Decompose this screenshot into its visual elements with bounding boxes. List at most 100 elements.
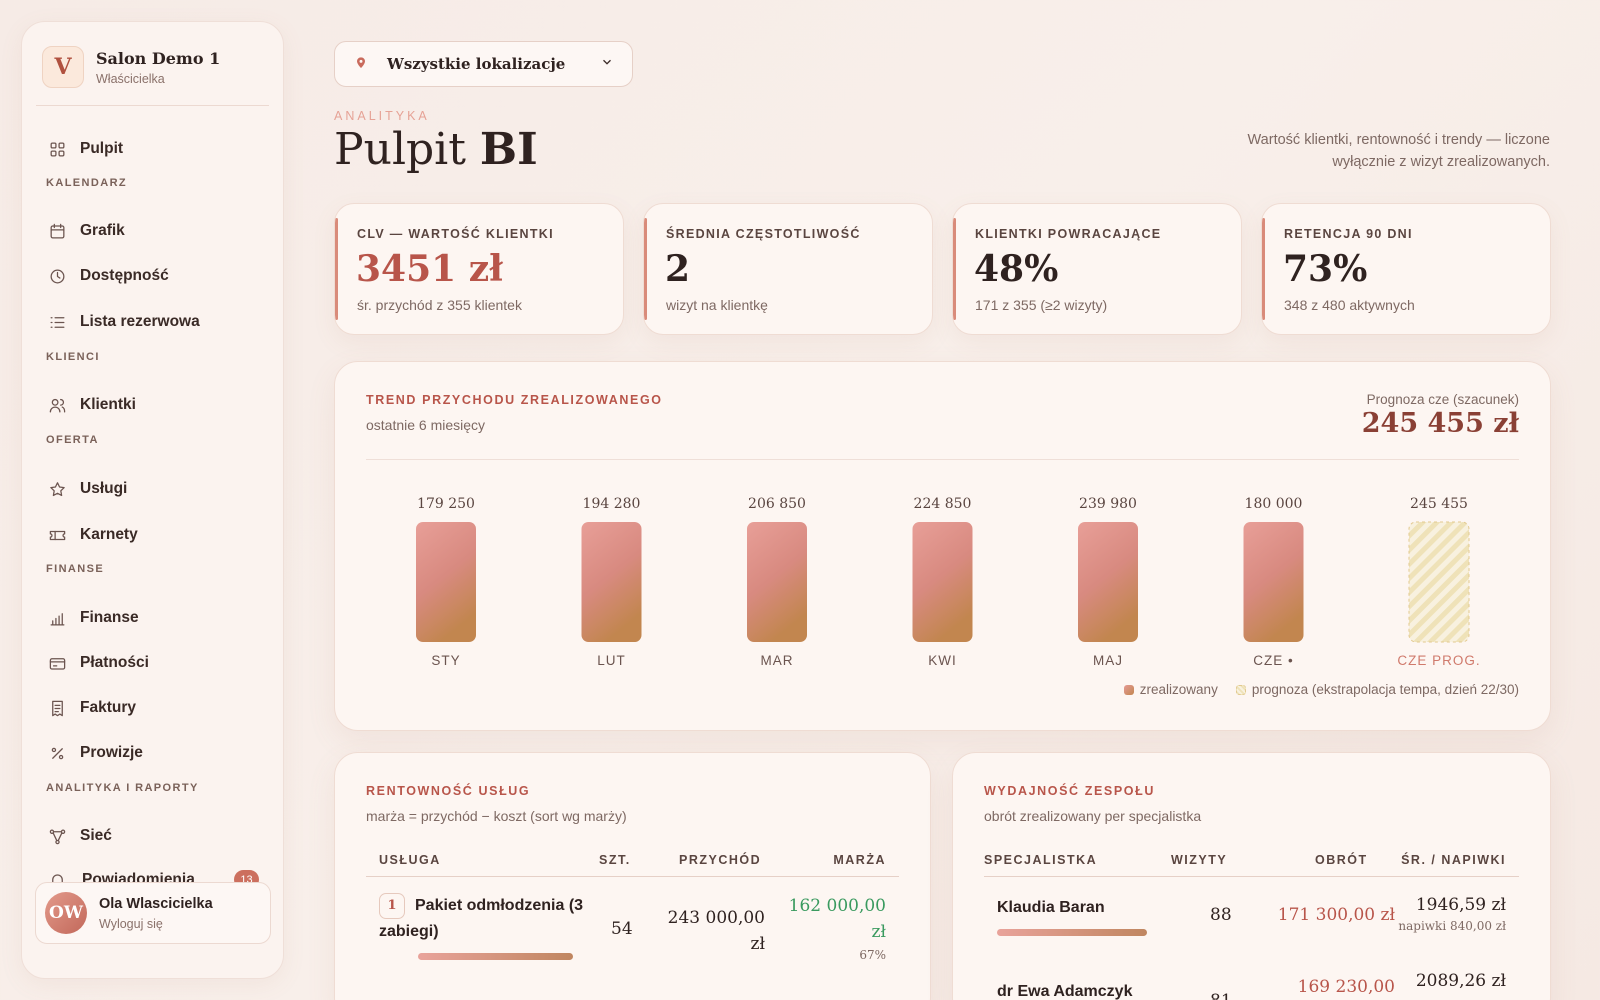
column-header-turnover[interactable]: OBRÓT <box>1315 853 1368 867</box>
chart-category-label: CZE PROG. <box>1397 653 1480 668</box>
chart-bar-forecast[interactable] <box>1408 521 1470 643</box>
sidebar-item-label: Lista rezerwowa <box>80 313 200 330</box>
sidebar-item-siec[interactable]: Sieć <box>46 823 112 849</box>
sidebar-item-klientki[interactable]: Klientki <box>46 392 136 418</box>
service-revenue: 243 000,00 zł <box>665 905 765 957</box>
kpi-value: 48% <box>974 248 1059 290</box>
chart-legend: zrealizowany prognoza (ekstrapolacja tem… <box>1106 682 1519 697</box>
sidebar-item-uslugi[interactable]: Usługi <box>46 476 127 502</box>
table-row-service-name[interactable]: 1 Pakiet odmłodzenia (3 zabiegi) <box>379 893 589 945</box>
chart-bar[interactable] <box>747 522 807 642</box>
sidebar-item-lista-rezerwowa[interactable]: Lista rezerwowa <box>46 309 200 335</box>
sidebar-item-label: Finanse <box>80 609 139 626</box>
sidebar-item-label: Karnety <box>80 526 138 543</box>
column-header-avg-tips[interactable]: ŚR. / NAPIWKI <box>1401 853 1506 867</box>
specialist-visits: 88 <box>1210 905 1232 925</box>
kpi-value: 3451 zł <box>356 248 504 290</box>
brand[interactable]: V Salon Demo 1 Właścicielka <box>42 46 220 88</box>
user-card[interactable]: OW Ola Wlascicielka Wyloguj się <box>35 882 271 944</box>
calendar-icon <box>46 220 68 242</box>
chart-category-label: MAJ <box>1093 653 1123 668</box>
column-header-revenue[interactable]: PRZYCHÓD <box>679 853 761 867</box>
kpi-sub: wizyt na klientkę <box>666 297 768 313</box>
kpi-sub: 348 z 480 aktywnych <box>1284 297 1415 313</box>
sidebar-item-prowizje[interactable]: Prowizje <box>46 740 143 766</box>
specialist-avg: 1946,59 zł <box>1415 895 1506 915</box>
kpi-card-retention: RETENCJA 90 DNI 73% 348 z 480 aktywnych <box>1261 203 1551 335</box>
star-icon <box>46 478 68 500</box>
table-header-divider <box>366 876 899 877</box>
kpi-sub: 171 z 355 (≥2 wizyty) <box>975 297 1108 313</box>
chart-category-label: KWI <box>928 653 957 668</box>
page-title: Pulpit BI <box>334 124 538 175</box>
revenue-trend-panel: TREND PRZYCHODU ZREALIZOWANEGO ostatnie … <box>334 361 1551 731</box>
panel-title: WYDAJNOŚĆ ZESPOŁU <box>984 784 1155 798</box>
service-qty: 54 <box>611 919 633 939</box>
kpi-card-returning: KLIENTKI POWRACAJĄCE 48% 171 z 355 (≥2 w… <box>952 203 1242 335</box>
network-icon <box>46 825 68 847</box>
kpi-card-frequency: ŚREDNIA CZĘSTOTLIWOŚĆ 2 wizyt na klientk… <box>643 203 933 335</box>
legend-label: prognoza (ekstrapolacja tempa, dzień 22/… <box>1251 682 1519 697</box>
credit-card-icon <box>46 652 68 674</box>
sidebar-item-faktury[interactable]: Faktury <box>46 695 136 721</box>
service-profitability-panel: RENTOWNOŚĆ USŁUG marża = przychód − kosz… <box>334 752 931 1000</box>
section-analityka: ANALITYKA I RAPORTY <box>46 782 199 794</box>
chart-value-label: 245 455 <box>1410 496 1468 512</box>
chart-bar[interactable] <box>912 522 973 642</box>
service-revenue-amount: 243 000,00 <box>667 908 765 928</box>
column-header-visits[interactable]: WIZYTY <box>1171 853 1227 867</box>
sidebar-item-finanse[interactable]: Finanse <box>46 605 139 631</box>
list-icon <box>46 311 68 333</box>
sidebar-item-label: Sieć <box>80 827 112 844</box>
page-eyebrow: ANALITYKA <box>334 109 430 123</box>
panel-subtitle: marża = przychód − koszt (sort wg marży) <box>366 808 627 824</box>
kpi-label: KLIENTKI POWRACAJĄCE <box>975 227 1162 241</box>
chart-value-label: 239 980 <box>1079 496 1137 512</box>
user-name: Ola Wlascicielka <box>99 895 213 912</box>
chart-value-label: 179 250 <box>417 496 475 512</box>
clock-icon <box>46 265 68 287</box>
bar-chart-icon <box>46 607 68 629</box>
sidebar-item-pulpit[interactable]: Pulpit <box>46 136 123 162</box>
kpi-sub: śr. przychód z 355 klientek <box>357 297 522 313</box>
service-name: Pakiet odmłodzenia (3 zabiegi) <box>379 897 584 941</box>
sidebar-item-label: Grafik <box>80 222 125 239</box>
chart-value-label: 224 850 <box>914 496 972 512</box>
column-header-specialist[interactable]: SPECJALISTKA <box>984 853 1097 867</box>
sidebar-item-label: Klientki <box>80 396 136 413</box>
chart-category-label: MAR <box>761 653 794 668</box>
logout-link[interactable]: Wyloguj się <box>99 917 213 931</box>
sidebar-item-dostepnosc[interactable]: Dostępność <box>46 263 169 289</box>
receipt-icon <box>46 697 68 719</box>
chart-bar[interactable] <box>581 522 642 642</box>
chart-value-label: 194 280 <box>583 496 641 512</box>
location-select[interactable]: Wszystkie lokalizacje <box>334 41 633 87</box>
legend-item-forecast: prognoza (ekstrapolacja tempa, dzień 22/… <box>1235 682 1519 697</box>
sidebar-item-grafik[interactable]: Grafik <box>46 218 125 244</box>
ticket-icon <box>46 524 68 546</box>
team-performance-panel: WYDAJNOŚĆ ZESPOŁU obrót zrealizowany per… <box>952 752 1551 1000</box>
salon-name: Salon Demo 1 <box>96 48 221 68</box>
legend-swatch <box>1235 684 1246 695</box>
sidebar-item-label: Dostępność <box>80 267 169 284</box>
column-header-margin[interactable]: MARŻA <box>833 853 886 867</box>
chart-bar[interactable] <box>1243 522 1304 642</box>
sidebar-item-label: Usługi <box>80 480 128 497</box>
specialist-name[interactable]: dr Ewa Adamczyk <box>997 979 1132 1000</box>
service-margin-bar <box>418 953 573 960</box>
sidebar-item-platnosci[interactable]: Płatności <box>46 650 149 676</box>
map-pin-icon <box>357 57 365 68</box>
column-header-qty[interactable]: SZT. <box>599 853 631 867</box>
chart-category-label: STY <box>431 653 460 668</box>
column-header-service[interactable]: USŁUGA <box>379 853 441 867</box>
chart-bar[interactable] <box>1078 522 1138 642</box>
sidebar-item-label: Faktury <box>80 699 136 716</box>
chart-bar[interactable] <box>416 522 476 642</box>
brand-logo: V <box>42 46 84 88</box>
kpi-label: ŚREDNIA CZĘSTOTLIWOŚĆ <box>666 227 861 241</box>
sidebar-item-karnety[interactable]: Karnety <box>46 522 138 548</box>
specialist-turnover-bar <box>997 929 1147 936</box>
user-role: Właścicielka <box>96 71 165 86</box>
chart-category-label: CZE • <box>1253 653 1293 668</box>
specialist-name[interactable]: Klaudia Baran <box>997 895 1105 921</box>
